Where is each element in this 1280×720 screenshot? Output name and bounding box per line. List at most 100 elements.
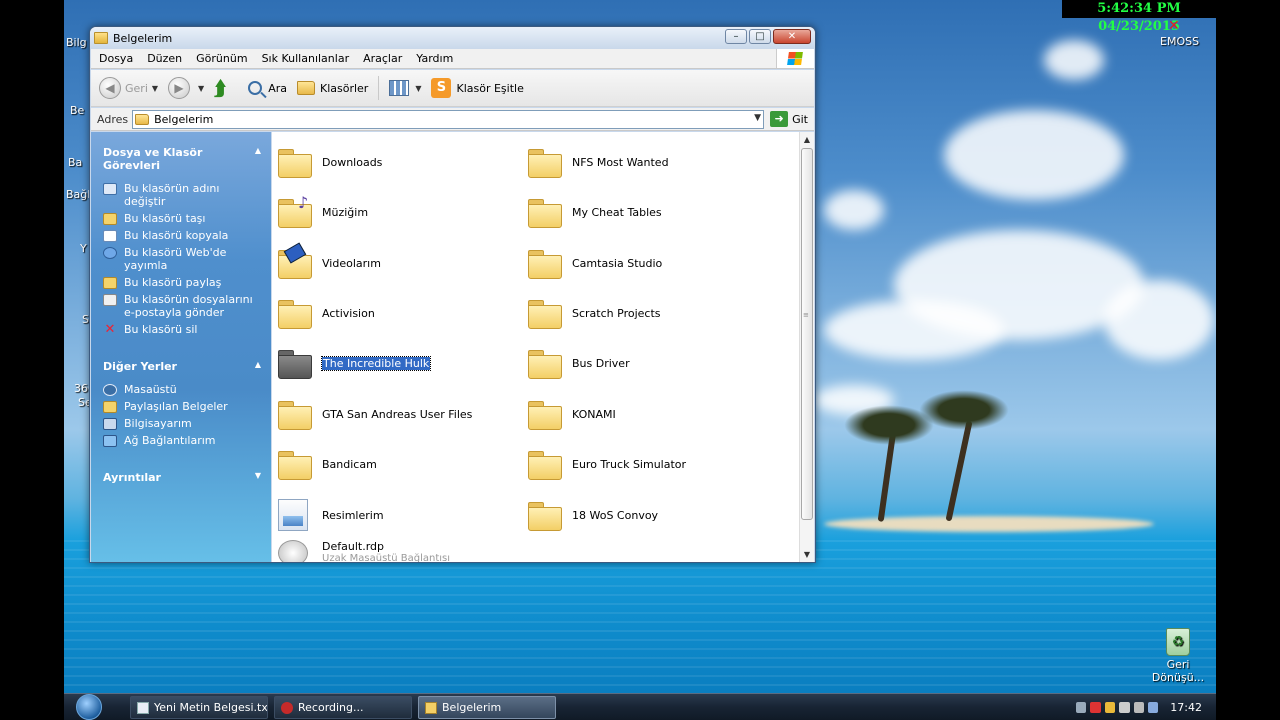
- folder-item-selected[interactable]: The Incredible Hulk: [278, 343, 432, 383]
- menu-araclar[interactable]: Araçlar: [363, 52, 402, 65]
- folder-item[interactable]: Camtasia Studio: [528, 243, 662, 283]
- menu-duzen[interactable]: Düzen: [147, 52, 182, 65]
- folder-item[interactable]: NFS Most Wanted: [528, 142, 669, 182]
- record-icon: [281, 701, 293, 714]
- maximize-button[interactable]: □: [749, 29, 771, 44]
- recycle-bin-label-line2: Dönüşü...: [1151, 671, 1205, 684]
- place-desktop[interactable]: Masaüstü: [103, 383, 261, 396]
- up-button[interactable]: ⮭: [214, 78, 238, 98]
- folder-item[interactable]: Bandicam: [278, 444, 377, 484]
- back-button[interactable]: ◀ Geri ▼: [99, 77, 158, 99]
- folder-item[interactable]: 18 WoS Convoy: [528, 495, 658, 535]
- folder-item[interactable]: Euro Truck Simulator: [528, 444, 686, 484]
- menu-gorunum[interactable]: Görünüm: [196, 52, 247, 65]
- task-copy-folder[interactable]: Bu klasörü kopyala: [103, 229, 261, 242]
- volume-tray-icon[interactable]: [1119, 702, 1130, 713]
- address-input[interactable]: Belgelerim ▼: [132, 109, 765, 129]
- scroll-up-arrow-icon[interactable]: ▲: [800, 132, 814, 147]
- notepad-icon: [137, 701, 149, 714]
- views-button[interactable]: ▼: [389, 80, 421, 96]
- task-move-folder[interactable]: Bu klasörü taşı: [103, 212, 261, 225]
- vertical-scrollbar[interactable]: ▲ ≡ ▼: [799, 132, 814, 562]
- close-button[interactable]: ✕: [773, 29, 811, 44]
- task-delete-folder[interactable]: ✕ Bu klasörü sil: [103, 323, 261, 336]
- rename-icon: [103, 183, 117, 195]
- chevron-down-icon[interactable]: ▼: [754, 113, 761, 123]
- remote-desktop-icon: [278, 540, 308, 562]
- task-share-folder[interactable]: Bu klasörü paylaş: [103, 276, 261, 289]
- sync-icon: S: [431, 78, 452, 98]
- app-tray-icon[interactable]: [1104, 702, 1116, 713]
- folder-item[interactable]: ♪ Müziğim: [278, 192, 368, 232]
- system-tray: 17:42: [1076, 694, 1216, 720]
- folder-item[interactable]: Bus Driver: [528, 343, 630, 383]
- menu-sik-kullanilanlar[interactable]: Sık Kullanılanlar: [262, 52, 350, 65]
- folder-item[interactable]: Videolarım: [278, 242, 381, 283]
- recycle-bin-label-line1: Geri: [1166, 658, 1190, 671]
- share-icon: [103, 277, 117, 289]
- folder-item[interactable]: Scratch Projects: [528, 293, 661, 333]
- taskbar-item[interactable]: Yeni Metin Belgesi.tx...: [130, 696, 268, 719]
- desktop-icon-label[interactable]: Y: [80, 242, 87, 255]
- task-label: Bu klasörü sil: [124, 323, 198, 336]
- taskbar-clock[interactable]: 17:42: [1170, 701, 1202, 714]
- folder-icon: [528, 197, 562, 228]
- scroll-down-arrow-icon[interactable]: ▼: [800, 547, 814, 562]
- place-my-computer[interactable]: Bilgisayarım: [103, 417, 261, 430]
- task-section-header[interactable]: Dosya ve Klasör Görevleri ▲: [103, 146, 261, 172]
- chevron-up-icon[interactable]: ▲: [255, 360, 261, 373]
- search-button[interactable]: Ara: [248, 81, 287, 95]
- desktop-icon-label[interactable]: Be: [70, 104, 84, 117]
- emoss-icon[interactable]: ✕: [1168, 18, 1180, 34]
- folder-sync-button[interactable]: S Klasör Eşitle: [431, 78, 524, 98]
- section-title: Dosya ve Klasör Görevleri: [103, 146, 203, 172]
- place-network[interactable]: Ağ Bağlantılarım: [103, 434, 261, 447]
- chevron-up-icon[interactable]: ▲: [255, 146, 261, 172]
- recycle-bin[interactable]: ♻ Geri Dönüşü...: [1150, 628, 1206, 684]
- desktop-icon-label[interactable]: Bilg: [66, 36, 87, 49]
- task-rename-folder[interactable]: Bu klasörün adını değiştir: [103, 182, 261, 208]
- desktop-icon-label[interactable]: Bağl: [66, 188, 90, 201]
- menu-bar: Dosya Düzen Görünüm Sık Kullanılanlar Ar…: [91, 49, 814, 69]
- menu-yardim[interactable]: Yardım: [416, 52, 453, 65]
- display-tray-icon[interactable]: [1147, 702, 1159, 713]
- taskbar: Yeni Metin Belgesi.tx... Recording... Be…: [64, 693, 1216, 720]
- menu-dosya[interactable]: Dosya: [99, 52, 133, 65]
- folder-item[interactable]: GTA San Andreas User Files: [278, 394, 472, 434]
- place-label: Paylaşılan Belgeler: [124, 400, 228, 413]
- place-shared-documents[interactable]: Paylaşılan Belgeler: [103, 400, 261, 413]
- task-publish-web[interactable]: Bu klasörü Web'de yayımla: [103, 246, 261, 272]
- scrollbar-thumb[interactable]: [801, 148, 813, 520]
- network-tray-icon[interactable]: [1076, 702, 1087, 713]
- start-button[interactable]: [76, 694, 104, 720]
- chevron-down-icon[interactable]: ▼: [198, 84, 204, 93]
- chevron-down-icon[interactable]: ▼: [152, 84, 158, 93]
- place-label: Masaüstü: [124, 383, 177, 396]
- forward-button[interactable]: ▶ ▼: [168, 77, 204, 99]
- folders-button[interactable]: Klasörler: [296, 81, 368, 95]
- folder-item[interactable]: Resimlerim: [278, 495, 384, 535]
- other-places-header[interactable]: Diğer Yerler ▲: [103, 360, 261, 373]
- taskbar-item[interactable]: Recording...: [274, 696, 412, 719]
- minimize-button[interactable]: –: [725, 29, 747, 44]
- folder-item[interactable]: Activision: [278, 293, 375, 333]
- title-bar[interactable]: Belgelerim – □ ✕: [90, 27, 815, 49]
- power-tray-icon[interactable]: [1133, 702, 1144, 713]
- item-name: Euro Truck Simulator: [572, 457, 687, 471]
- file-item[interactable]: Default.rdp Uzak Masaüstü Bağlantısı: [278, 540, 450, 562]
- taskbar-item-active[interactable]: Belgelerim: [418, 696, 556, 719]
- go-button[interactable]: ➜ Git: [770, 111, 808, 127]
- chevron-down-icon[interactable]: ▼: [255, 471, 261, 484]
- folder-item[interactable]: My Cheat Tables: [528, 192, 662, 232]
- desktop-icon-label[interactable]: S: [82, 313, 89, 326]
- details-header[interactable]: Ayrıntılar ▼: [103, 471, 261, 484]
- desktop-icon-label[interactable]: Ba: [68, 156, 82, 169]
- folder-icon: [528, 500, 562, 531]
- task-email-files[interactable]: Bu klasörün dosyalarını e-postayla gönde…: [103, 293, 261, 319]
- item-name: GTA San Andreas User Files: [322, 407, 473, 421]
- folder-item[interactable]: Downloads: [278, 142, 382, 182]
- folder-icon: [135, 113, 150, 125]
- security-tray-icon[interactable]: [1090, 702, 1101, 713]
- folder-item[interactable]: KONAMI: [528, 394, 616, 434]
- desktop-icon-emoss[interactable]: EMOSS: [1160, 35, 1199, 48]
